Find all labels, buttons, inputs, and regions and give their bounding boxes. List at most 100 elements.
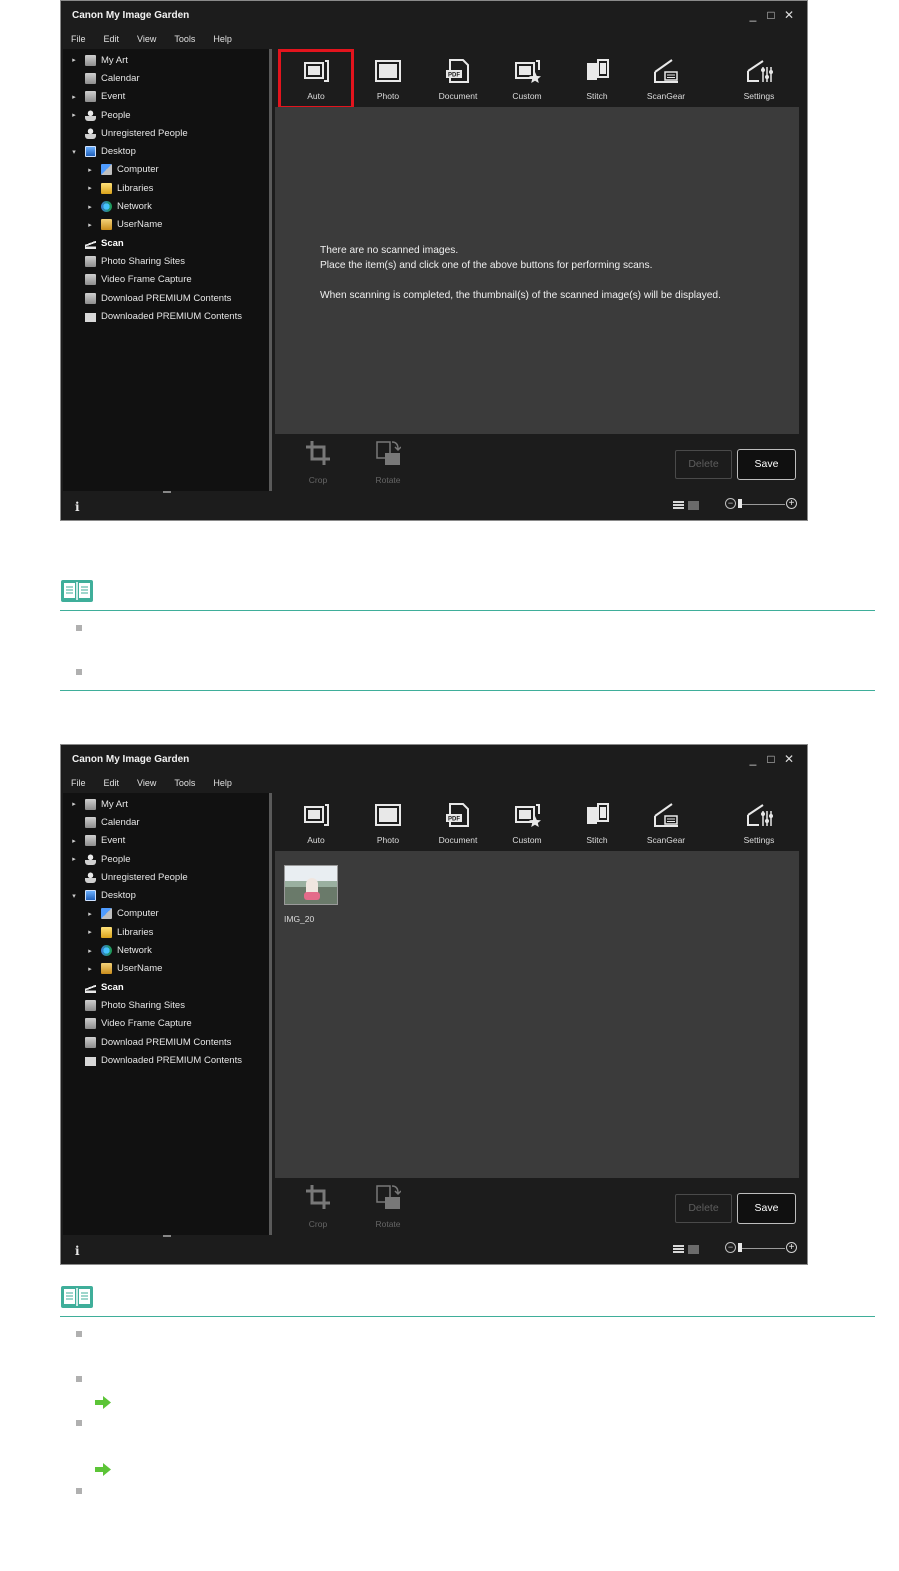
crop-button[interactable]: Crop: [295, 1181, 341, 1231]
delete-button[interactable]: Delete: [675, 450, 732, 479]
collapse-arrow-icon[interactable]: ▾: [69, 148, 79, 156]
zoom-in-icon[interactable]: +: [786, 1242, 797, 1253]
scangear-button[interactable]: ScanGear: [630, 51, 702, 107]
sidebar-item-people[interactable]: ▸ People: [69, 850, 242, 868]
save-button[interactable]: Save: [737, 449, 796, 480]
auto-scan-button[interactable]: Auto: [280, 795, 352, 851]
settings-button[interactable]: Settings: [723, 795, 795, 851]
zoom-slider-handle[interactable]: [738, 1243, 742, 1252]
sidebar-item-username[interactable]: ▸ UserName: [69, 216, 242, 234]
sidebar-item-scan[interactable]: Scan: [69, 978, 242, 996]
sidebar-item-calendar[interactable]: Calendar: [69, 69, 242, 87]
rotate-button[interactable]: Rotate: [365, 1181, 411, 1231]
menu-view[interactable]: View: [137, 775, 156, 791]
sidebar-item-video-frame-capture[interactable]: Video Frame Capture: [69, 1015, 242, 1033]
thumbnail-view-icon[interactable]: [688, 501, 699, 510]
sidebar-item-scan[interactable]: Scan: [69, 234, 242, 252]
maximize-button[interactable]: □: [765, 752, 777, 766]
zoom-slider-track[interactable]: [739, 1248, 785, 1249]
sidebar-item-computer[interactable]: ▸ Computer: [69, 161, 242, 179]
expand-arrow-icon[interactable]: ▸: [85, 203, 95, 211]
sidebar-item-download-premium[interactable]: Download PREMIUM Contents: [69, 289, 242, 307]
menu-file[interactable]: File: [71, 31, 86, 47]
zoom-slider-handle[interactable]: [738, 499, 742, 508]
save-button[interactable]: Save: [737, 1193, 796, 1224]
sidebar-item-computer[interactable]: ▸ Computer: [69, 905, 242, 923]
menu-tools[interactable]: Tools: [174, 775, 195, 791]
sidebar-item-my-art[interactable]: ▸ My Art: [69, 795, 242, 813]
sidebar-item-downloaded-premium[interactable]: Downloaded PREMIUM Contents: [69, 307, 242, 325]
menu-help[interactable]: Help: [213, 775, 232, 791]
details-view-icon[interactable]: [673, 501, 684, 510]
info-icon[interactable]: i: [75, 1244, 80, 1258]
menu-edit[interactable]: Edit: [104, 775, 120, 791]
stitch-scan-button[interactable]: Stitch: [561, 795, 633, 851]
expand-arrow-icon[interactable]: ▸: [85, 166, 95, 174]
expand-arrow-icon[interactable]: ▸: [69, 855, 79, 863]
stitch-scan-button[interactable]: Stitch: [561, 51, 633, 107]
expand-arrow-icon[interactable]: ▸: [69, 93, 79, 101]
sidebar-item-event[interactable]: ▸ Event: [69, 88, 242, 106]
zoom-out-icon[interactable]: −: [725, 498, 736, 509]
thumbnail-view-icon[interactable]: [688, 1245, 699, 1254]
maximize-button[interactable]: □: [765, 8, 777, 22]
sidebar-item-calendar[interactable]: Calendar: [69, 813, 242, 831]
sidebar-item-unregistered-people[interactable]: Unregistered People: [69, 868, 242, 886]
minimize-button[interactable]: _: [747, 752, 759, 766]
sidebar-item-libraries[interactable]: ▸ Libraries: [69, 179, 242, 197]
scanned-image-thumbnail[interactable]: [284, 865, 338, 905]
document-scan-button[interactable]: PDF Document: [422, 51, 494, 107]
expand-arrow-icon[interactable]: ▸: [85, 910, 95, 918]
collapse-arrow-icon[interactable]: ▾: [69, 892, 79, 900]
settings-button[interactable]: Settings: [723, 51, 795, 107]
custom-scan-button[interactable]: Custom: [491, 51, 563, 107]
minimize-button[interactable]: _: [747, 8, 759, 22]
menu-tools[interactable]: Tools: [174, 31, 195, 47]
menu-edit[interactable]: Edit: [104, 31, 120, 47]
sidebar-item-people[interactable]: ▸ People: [69, 106, 242, 124]
delete-button[interactable]: Delete: [675, 1194, 732, 1223]
expand-arrow-icon[interactable]: ▸: [69, 111, 79, 119]
details-view-icon[interactable]: [673, 1245, 684, 1254]
expand-arrow-icon[interactable]: ▸: [85, 947, 95, 955]
expand-arrow-icon[interactable]: ▸: [69, 837, 79, 845]
sidebar-item-desktop[interactable]: ▾ Desktop: [69, 886, 242, 904]
sidebar-item-video-frame-capture[interactable]: Video Frame Capture: [69, 271, 242, 289]
sidebar-item-network[interactable]: ▸ Network: [69, 941, 242, 959]
expand-arrow-icon[interactable]: ▸: [85, 221, 95, 229]
sidebar-item-unregistered-people[interactable]: Unregistered People: [69, 124, 242, 142]
sidebar-item-my-art[interactable]: ▸ My Art: [69, 51, 242, 69]
close-button[interactable]: ✕: [783, 752, 795, 766]
zoom-in-icon[interactable]: +: [786, 498, 797, 509]
sidebar-item-desktop[interactable]: ▾ Desktop: [69, 142, 242, 160]
sidebar-item-photo-sharing-sites[interactable]: Photo Sharing Sites: [69, 252, 242, 270]
sidebar-item-event[interactable]: ▸ Event: [69, 832, 242, 850]
sidebar-item-libraries[interactable]: ▸ Libraries: [69, 923, 242, 941]
rotate-button[interactable]: Rotate: [365, 437, 411, 487]
zoom-out-icon[interactable]: −: [725, 1242, 736, 1253]
sidebar-item-photo-sharing-sites[interactable]: Photo Sharing Sites: [69, 996, 242, 1014]
photo-scan-button[interactable]: Photo: [352, 51, 424, 107]
info-icon[interactable]: i: [75, 500, 80, 514]
expand-arrow-icon[interactable]: ▸: [85, 184, 95, 192]
expand-arrow-icon[interactable]: ▸: [85, 965, 95, 973]
sidebar-item-download-premium[interactable]: Download PREMIUM Contents: [69, 1033, 242, 1051]
menu-view[interactable]: View: [137, 31, 156, 47]
document-scan-button[interactable]: PDF Document: [422, 795, 494, 851]
link-arrow-icon[interactable]: [94, 1463, 112, 1476]
custom-scan-button[interactable]: Custom: [491, 795, 563, 851]
crop-button[interactable]: Crop: [295, 437, 341, 487]
photo-scan-button[interactable]: Photo: [352, 795, 424, 851]
link-arrow-icon[interactable]: [94, 1396, 112, 1409]
expand-arrow-icon[interactable]: ▸: [69, 56, 79, 64]
expand-arrow-icon[interactable]: ▸: [85, 928, 95, 936]
close-button[interactable]: ✕: [783, 8, 795, 22]
sidebar-item-downloaded-premium[interactable]: Downloaded PREMIUM Contents: [69, 1051, 242, 1069]
menu-file[interactable]: File: [71, 775, 86, 791]
zoom-slider-track[interactable]: [739, 504, 785, 505]
auto-scan-button[interactable]: Auto: [278, 49, 354, 109]
scangear-button[interactable]: ScanGear: [630, 795, 702, 851]
sidebar-item-network[interactable]: ▸ Network: [69, 197, 242, 215]
sidebar-item-username[interactable]: ▸ UserName: [69, 960, 242, 978]
menu-help[interactable]: Help: [213, 31, 232, 47]
